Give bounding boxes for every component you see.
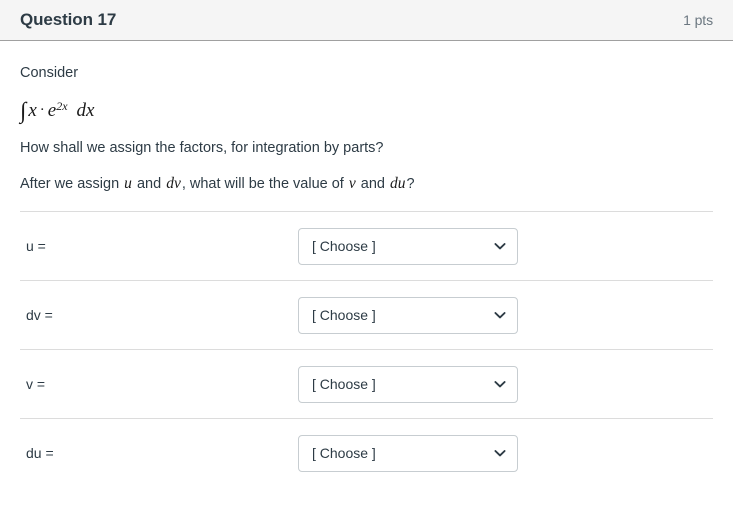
question-points-badge: 1 pts [683,12,713,28]
assign-text-part2: , what will be the value of [181,175,344,192]
answer-dropdown-du[interactable]: [ Choose ] [298,434,518,472]
question-header: Question 17 1 pts [0,0,733,41]
assign-text-part1: After we assign [20,175,120,192]
assign-text-and1: and [136,175,162,192]
answer-row: du = [ Choose ] [20,418,713,487]
assign-prompt-line: After we assign u and dv, what will be t… [20,173,713,195]
answer-select-wrapper-du: [ Choose ] [298,434,518,472]
math-variable-du: du [390,174,406,192]
assign-text-and2: and [360,175,385,192]
answer-label-du: du = [26,445,54,462]
answer-dropdown-dv[interactable]: [ Choose ] [298,296,518,334]
answer-row: u = [ Choose ] [20,211,713,280]
question-prompt-line: How shall we assign the factors, for int… [20,139,384,156]
math-variable-dv: dv [166,174,181,192]
exponential-base: e [47,100,57,122]
answer-select-wrapper-u: [ Choose ] [298,227,518,265]
answer-label-dv: dv = [26,307,53,324]
answer-dropdown-v[interactable]: [ Choose ] [298,365,518,403]
answer-row: dv = [ Choose ] [20,280,713,349]
answer-label-u: u = [26,238,46,255]
question-title: Question 17 [20,10,117,29]
integral-sign: ∫ [20,98,27,124]
integral-expression: ∫ x · e2x dx [20,97,713,125]
question-body: Consider ∫ x · e2x dx How shall we assign th… [0,41,733,195]
integral-base-variable: x [28,100,37,122]
consider-label: Consider [20,65,79,81]
answer-select-wrapper-dv: [ Choose ] [298,296,518,334]
answer-row: v = [ Choose ] [20,349,713,418]
answer-label-v: v = [26,376,46,393]
answer-dropdown-u[interactable]: [ Choose ] [298,227,518,265]
assign-text-part3: ? [406,175,415,192]
answer-rows-list: u = [ Choose ] dv = [ Choose ] v = [Cho… [0,211,733,487]
quiz-question-container: Question 17 1 pts Consider ∫ x · e2x dx How … [0,0,733,524]
math-variable-v: v [348,174,356,192]
math-variable-u: u [124,174,132,192]
multiplication-dot: · [39,102,45,119]
differential-dx: dx [76,100,95,122]
exponent: 2x [56,99,68,114]
answer-select-wrapper-v: [ Choose ] [298,365,518,403]
